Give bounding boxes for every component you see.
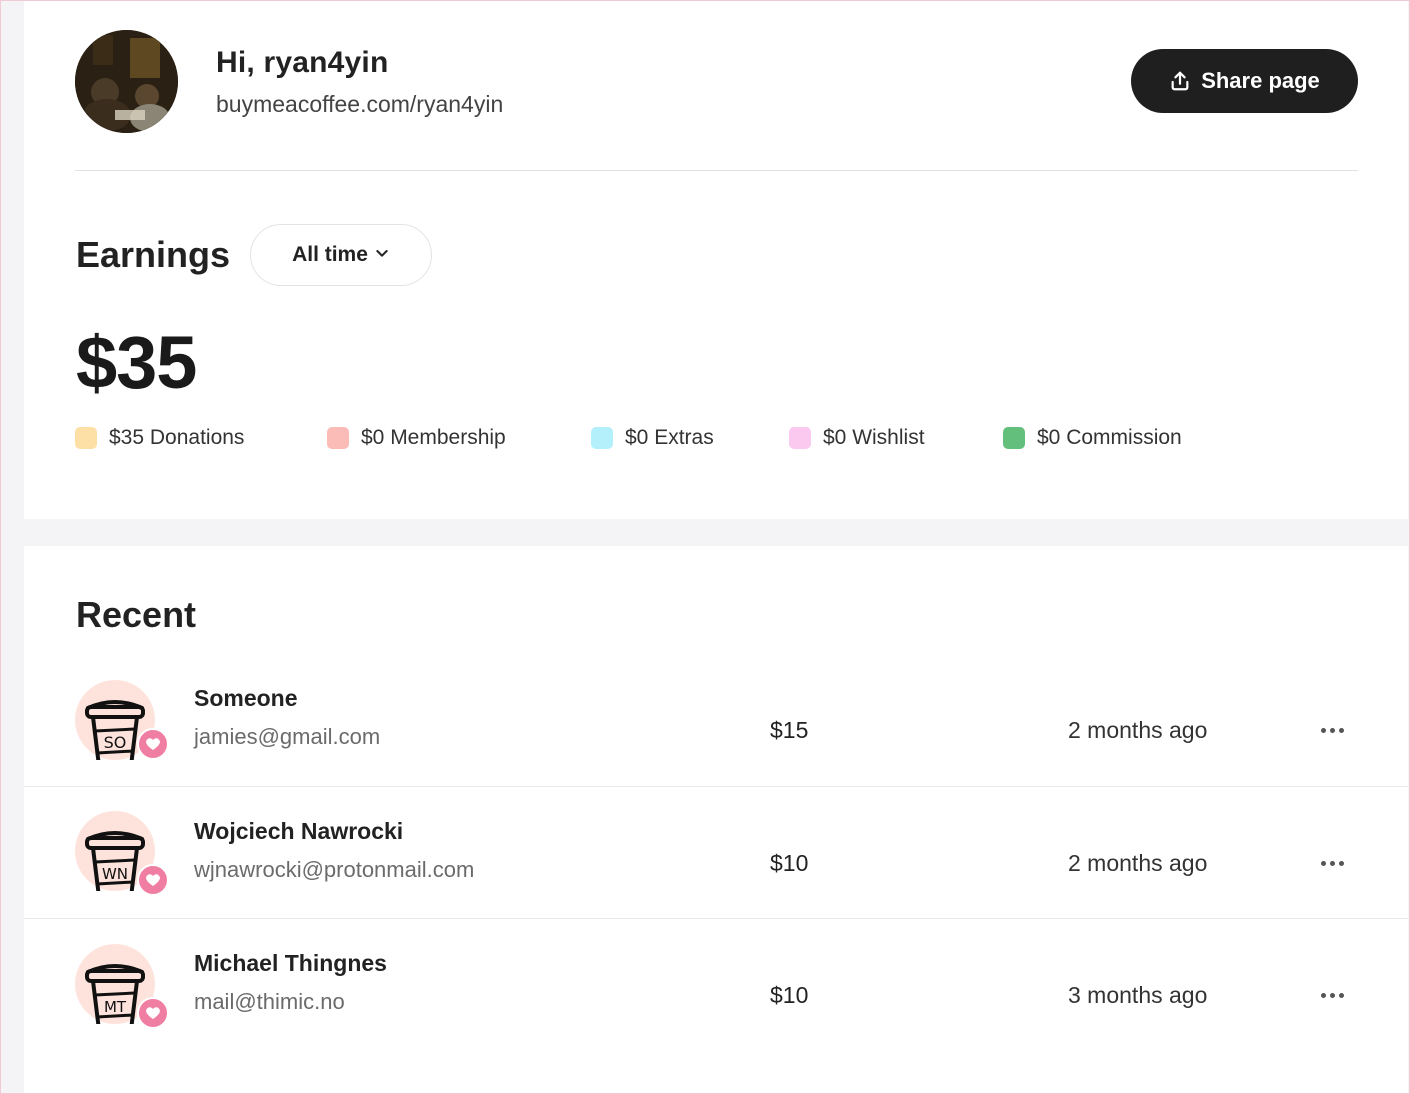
more-horizontal-icon[interactable] xyxy=(1314,720,1350,740)
recent-title: Recent xyxy=(76,594,197,635)
earnings-total: $35 xyxy=(76,321,197,404)
profile-avatar[interactable] xyxy=(75,30,178,133)
supporter-time: 2 months ago xyxy=(1068,717,1208,743)
supporter-time: 3 months ago xyxy=(1068,982,1208,1008)
legend-membership: $0 Membership xyxy=(327,426,506,450)
supporter-name: Wojciech Nawrocki xyxy=(194,818,404,844)
legend-label: $0 Wishlist xyxy=(823,426,925,449)
supporter-row[interactable]: SO Someone jamies@gmail.com $15 2 months… xyxy=(24,668,1408,787)
legend-wishlist: $0 Wishlist xyxy=(789,426,925,450)
supporter-email: wjnawrocki@protonmail.com xyxy=(194,857,475,882)
legend-label: $0 Membership xyxy=(361,426,506,449)
commission-swatch xyxy=(1003,427,1025,449)
greeting: Hi, ryan4yin xyxy=(216,46,389,79)
supporter-row[interactable]: WN Wojciech Nawrocki wjnawrocki@protonma… xyxy=(24,787,1408,919)
membership-swatch xyxy=(327,427,349,449)
header-divider xyxy=(75,170,1358,171)
period-value: All time xyxy=(292,243,368,266)
profile-url[interactable]: buymeacoffee.com/ryan4yin xyxy=(216,91,503,118)
share-page-label: Share page xyxy=(1201,68,1320,93)
supporter-name: Someone xyxy=(194,685,298,711)
earnings-title: Earnings xyxy=(76,234,231,275)
supporter-initials: SO xyxy=(104,733,127,752)
legend-label: $35 Donations xyxy=(109,426,245,449)
wishlist-swatch xyxy=(789,427,811,449)
share-upload-icon xyxy=(1169,70,1191,92)
legend-label: $0 Extras xyxy=(625,426,714,449)
heart-icon xyxy=(137,728,169,760)
supporter-row[interactable]: MT Michael Thingnes mail@thimic.no $10 3… xyxy=(24,919,1408,1051)
supporter-name: Michael Thingnes xyxy=(194,950,387,976)
more-horizontal-icon[interactable] xyxy=(1314,985,1350,1005)
period-dropdown[interactable]: All time xyxy=(250,224,432,286)
chevron-down-icon xyxy=(374,243,390,267)
heart-icon xyxy=(137,997,169,1029)
share-page-button[interactable]: Share page xyxy=(1131,49,1358,113)
legend-commission: $0 Commission xyxy=(1003,426,1182,450)
supporter-initials: MT xyxy=(104,998,127,1016)
supporter-email: jamies@gmail.com xyxy=(194,724,381,749)
extras-swatch xyxy=(591,427,613,449)
legend-extras: $0 Extras xyxy=(591,426,714,450)
supporter-time: 2 months ago xyxy=(1068,850,1208,876)
supporter-initials: WN xyxy=(102,865,128,883)
supporter-email: mail@thimic.no xyxy=(194,989,345,1014)
supporter-amount: $15 xyxy=(770,717,809,743)
supporter-amount: $10 xyxy=(770,850,809,876)
legend-donations: $35 Donations xyxy=(75,426,244,450)
legend-label: $0 Commission xyxy=(1037,426,1182,449)
donations-swatch xyxy=(75,427,97,449)
more-horizontal-icon[interactable] xyxy=(1314,853,1350,873)
supporter-amount: $10 xyxy=(770,982,809,1008)
heart-icon xyxy=(137,864,169,896)
